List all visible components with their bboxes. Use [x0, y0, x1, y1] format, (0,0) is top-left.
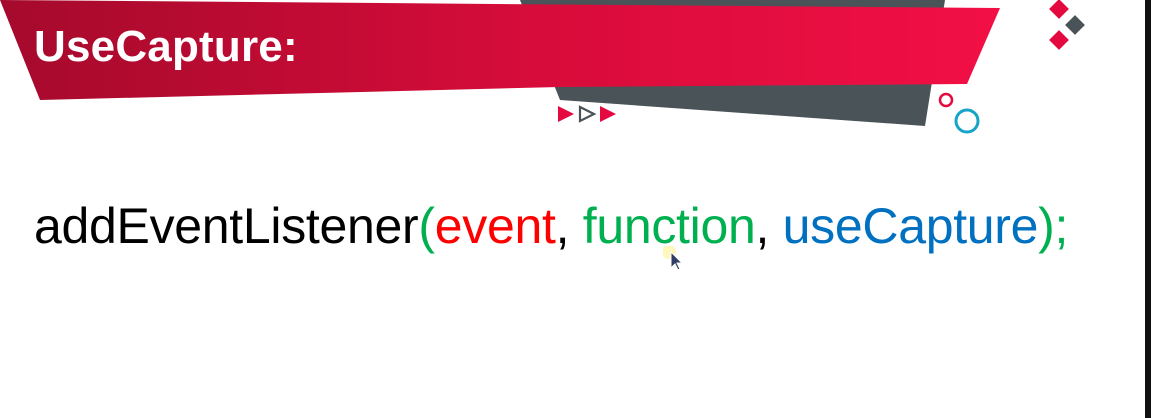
param-usecapture: useCapture: [782, 198, 1039, 254]
slide: UseCapture: addEventListener(event, func…: [0, 0, 1151, 418]
slide-title: UseCapture:: [34, 22, 298, 71]
diamond-cluster-icon: [1049, 0, 1085, 50]
function-name: addEventListener: [34, 198, 419, 254]
separator-2: ,: [755, 198, 770, 254]
param-event: event: [434, 198, 556, 254]
mouse-pointer-icon: [663, 246, 684, 271]
open-paren: (: [418, 198, 435, 254]
separator-1: ,: [555, 198, 570, 254]
close-paren: );: [1038, 198, 1069, 254]
code-line: addEventListener(event, function, useCap…: [34, 196, 1068, 256]
ring-circles-icon: [938, 92, 980, 134]
window-edge: [1145, 0, 1151, 418]
play-arrows-icon: [558, 105, 616, 123]
